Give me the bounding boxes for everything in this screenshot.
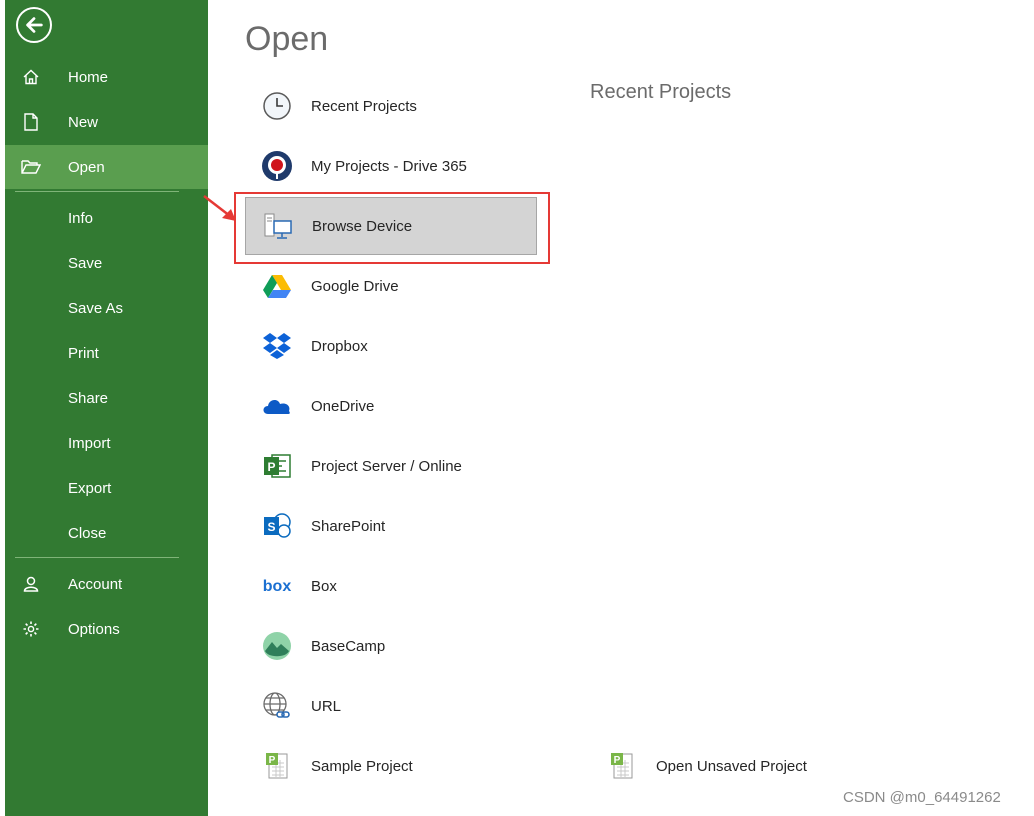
sharepoint-icon: S (261, 510, 293, 542)
nav-import[interactable]: Import (5, 421, 208, 465)
location-sharepoint[interactable]: S SharePoint (245, 497, 537, 555)
nav-home[interactable]: Home (5, 55, 208, 99)
location-label: OneDrive (311, 397, 375, 415)
watermark: CSDN @m0_64491262 (843, 789, 1001, 806)
nav-save-as[interactable]: Save As (5, 286, 208, 330)
location-label: My Projects - Drive 365 (311, 157, 467, 175)
svg-text:P: P (614, 755, 621, 766)
location-label: Google Drive (311, 277, 399, 295)
nav-open[interactable]: Open (5, 145, 208, 189)
nav-info-label: Info (68, 209, 94, 227)
basecamp-icon (261, 630, 293, 662)
location-google-drive[interactable]: Google Drive (245, 257, 537, 315)
project-file-icon: P (261, 750, 293, 782)
location-box[interactable]: box Box (245, 557, 537, 615)
nav-account[interactable]: Account (5, 562, 208, 606)
globe-link-icon (261, 690, 293, 722)
location-my-projects-drive365[interactable]: My Projects - Drive 365 (245, 137, 537, 195)
location-label: Box (311, 577, 337, 595)
open-unsaved-label: Open Unsaved Project (656, 757, 807, 775)
nav-account-label: Account (68, 575, 123, 593)
nav-share-label: Share (68, 389, 109, 407)
open-unsaved-project[interactable]: P Open Unsaved Project (590, 737, 870, 795)
nav-print[interactable]: Print (5, 331, 208, 375)
location-label: Project Server / Online (311, 457, 462, 475)
nav-open-label: Open (68, 158, 105, 176)
project-file-icon: P (606, 750, 638, 782)
location-label: Recent Projects (311, 97, 417, 115)
location-label: BaseCamp (311, 637, 386, 655)
location-url[interactable]: URL (245, 677, 537, 735)
nav-new[interactable]: New (5, 100, 208, 144)
location-dropbox[interactable]: Dropbox (245, 317, 537, 375)
person-icon (21, 574, 41, 594)
location-label: Sample Project (311, 757, 413, 775)
nav-save-as-label: Save As (68, 299, 124, 317)
nav-save[interactable]: Save (5, 241, 208, 285)
location-label: SharePoint (311, 517, 386, 535)
onedrive-icon (261, 390, 293, 422)
page-title: Open (245, 20, 329, 58)
highlight-box (234, 192, 550, 264)
location-label: Dropbox (311, 337, 368, 355)
svg-text:box: box (263, 578, 292, 595)
location-label: URL (311, 697, 342, 715)
nav-info[interactable]: Info (5, 196, 208, 240)
location-project-server[interactable]: P Project Server / Online (245, 437, 537, 495)
nav-new-label: New (68, 113, 99, 131)
svg-text:S: S (267, 520, 275, 534)
nav-home-label: Home (68, 68, 109, 86)
nav-export[interactable]: Export (5, 466, 208, 510)
location-sample-project[interactable]: P Sample Project (245, 737, 537, 795)
dropbox-icon (261, 330, 293, 362)
svg-text:P: P (269, 755, 276, 766)
nav-export-label: Export (68, 479, 112, 497)
recent-projects-heading: Recent Projects (590, 81, 732, 103)
project-server-icon: P (261, 450, 293, 482)
gear-icon (21, 619, 41, 639)
nav-save-label: Save (68, 254, 103, 272)
back-button[interactable] (16, 7, 52, 43)
nav-import-label: Import (68, 434, 111, 452)
drive365-icon (261, 150, 293, 182)
nav-print-label: Print (68, 344, 99, 362)
location-basecamp[interactable]: BaseCamp (245, 617, 537, 675)
nav-options[interactable]: Options (5, 607, 208, 651)
location-onedrive[interactable]: OneDrive (245, 377, 537, 435)
sidebar: Home New Open Info Save Save As Print Sh… (5, 0, 208, 816)
folder-open-icon (21, 157, 41, 177)
clock-icon (261, 90, 293, 122)
back-arrow-icon (26, 17, 43, 33)
nav-share[interactable]: Share (5, 376, 208, 420)
nav-close-label: Close (68, 524, 107, 542)
google-drive-icon (261, 270, 293, 302)
new-file-icon (21, 112, 41, 132)
svg-text:P: P (267, 460, 275, 474)
nav-separator (15, 557, 179, 558)
nav-close[interactable]: Close (5, 511, 208, 555)
nav-separator (15, 191, 179, 192)
location-recent-projects[interactable]: Recent Projects (245, 77, 537, 135)
home-icon (21, 67, 41, 87)
pointer-arrow-icon (203, 195, 236, 221)
box-icon: box (261, 570, 293, 602)
nav-options-label: Options (68, 620, 120, 638)
